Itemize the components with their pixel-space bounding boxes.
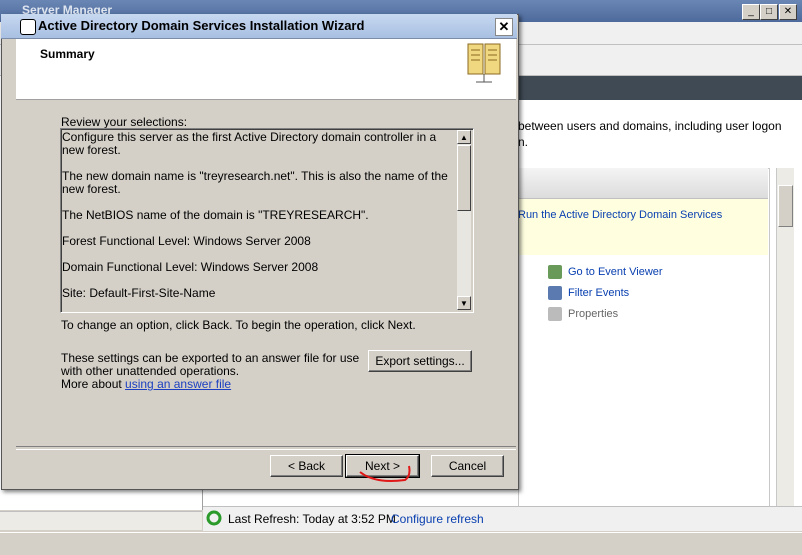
directory-book-icon bbox=[466, 42, 502, 86]
red-annotation-mark bbox=[355, 460, 415, 486]
role-description: between users and domains, including use… bbox=[518, 118, 788, 150]
properties-icon bbox=[548, 307, 562, 321]
tree-horizontal-scrollbar[interactable] bbox=[0, 511, 202, 530]
wizard-close-button[interactable]: ✕ bbox=[495, 18, 513, 36]
summary-line: Forest Functional Level: Windows Server … bbox=[62, 234, 311, 248]
event-viewer-icon bbox=[548, 265, 562, 279]
properties-label: Properties bbox=[568, 307, 619, 320]
properties-action[interactable]: Properties bbox=[548, 307, 618, 321]
change-instructions: To change an option, click Back. To begi… bbox=[61, 318, 416, 332]
scroll-down-button[interactable]: ▼ bbox=[457, 296, 471, 310]
summary-line: The new domain name is "treyresearch.net… bbox=[62, 169, 448, 196]
export-info: These settings can be exported to an ans… bbox=[61, 352, 361, 391]
back-button[interactable]: < Back bbox=[270, 455, 343, 477]
summary-scrollbar-thumb[interactable] bbox=[457, 145, 471, 211]
minimize-button[interactable]: _ bbox=[742, 4, 760, 20]
summary-line: Configure this server as the first Activ… bbox=[62, 130, 437, 157]
wizard-title: Active Directory Domain Services Install… bbox=[38, 18, 365, 33]
refresh-icon bbox=[206, 510, 222, 526]
page-title: Summary bbox=[40, 47, 95, 61]
summary-line: Site: Default-First-Site-Name bbox=[62, 286, 216, 300]
summary-line: The NetBIOS name of the domain is "TREYR… bbox=[62, 208, 369, 222]
last-refresh-text: Last Refresh: Today at 3:52 PM bbox=[228, 512, 396, 526]
details-scrollbar-thumb[interactable] bbox=[778, 185, 793, 227]
close-window-button[interactable]: ✕ bbox=[779, 4, 797, 20]
button-separator bbox=[16, 446, 516, 450]
review-label: Review your selections: bbox=[61, 115, 188, 129]
wizard-app-icon bbox=[20, 19, 36, 35]
more-about-line: More about using an answer file bbox=[61, 378, 361, 391]
status-bar bbox=[0, 532, 802, 555]
go-to-event-viewer-action[interactable]: Go to Event Viewer bbox=[548, 265, 663, 279]
info-banner bbox=[518, 199, 768, 255]
role-description-line1: between users and domains, including use… bbox=[518, 119, 782, 133]
filter-events-action[interactable]: Filter Events bbox=[548, 286, 629, 300]
export-description: These settings can be exported to an ans… bbox=[61, 351, 360, 378]
more-about-text: More about bbox=[61, 377, 122, 391]
maximize-button[interactable]: □ bbox=[760, 4, 778, 20]
run-adds-link[interactable]: Run the Active Directory Domain Services bbox=[518, 209, 722, 221]
configure-refresh-link[interactable]: Configure refresh bbox=[391, 512, 484, 526]
go-to-event-viewer-label: Go to Event Viewer bbox=[568, 265, 663, 278]
export-settings-button[interactable]: Export settings... bbox=[368, 350, 472, 372]
filter-icon bbox=[548, 286, 562, 300]
scroll-up-button[interactable]: ▲ bbox=[457, 130, 471, 144]
summary-text: Configure this server as the first Activ… bbox=[62, 131, 454, 313]
summary-line: Domain Functional Level: Windows Server … bbox=[62, 260, 319, 274]
role-description-line2: n. bbox=[518, 135, 529, 149]
answer-file-link[interactable]: using an answer file bbox=[125, 377, 231, 391]
filter-events-label: Filter Events bbox=[568, 286, 630, 299]
cancel-button[interactable]: Cancel bbox=[431, 455, 504, 477]
events-panel-header bbox=[518, 168, 768, 199]
